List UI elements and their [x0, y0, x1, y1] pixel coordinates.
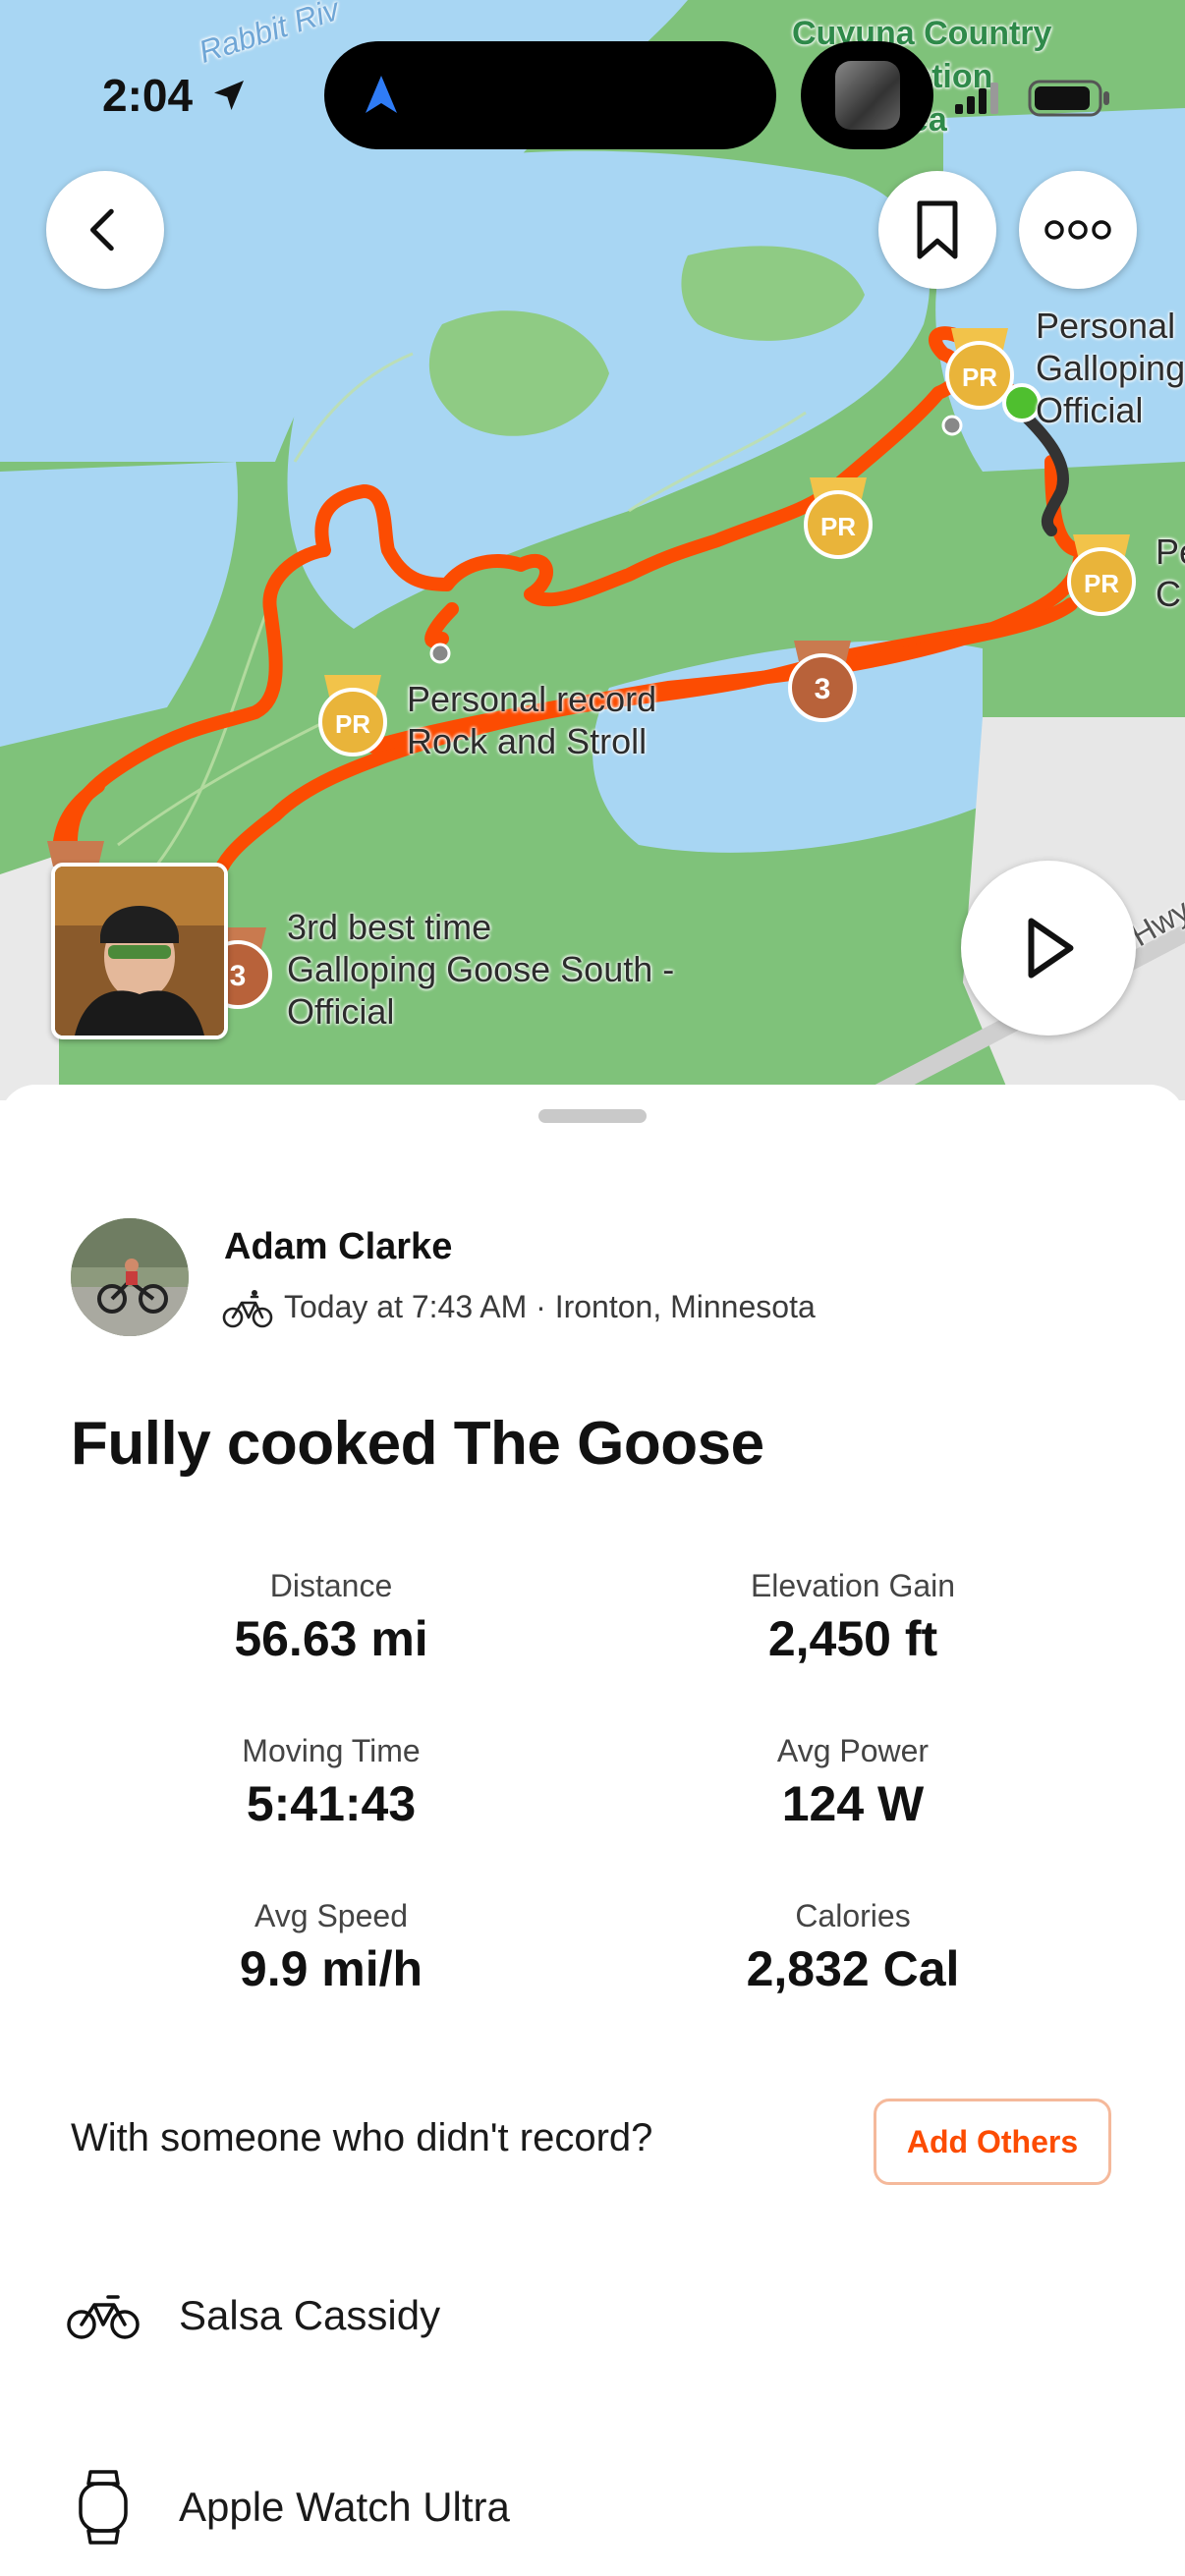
stat-value: 2,450 ft — [767, 1611, 938, 1666]
route-map[interactable]: PR PR PR PR 3 3 Rabbit Riv Cuyuna Countr… — [0, 0, 1185, 1100]
play-flyover-button[interactable] — [961, 861, 1136, 1036]
gear-item-name: Apple Watch Ultra — [179, 2484, 510, 2530]
stat-value: 56.63 mi — [234, 1611, 428, 1666]
pr-badge-right[interactable]: PR — [1065, 531, 1138, 619]
athlete-avatar-image — [71, 1218, 189, 1336]
svg-text:PR: PR — [335, 709, 370, 739]
map-label-right-edge-1: Pe — [1156, 532, 1185, 572]
dynamic-island[interactable] — [324, 41, 776, 149]
gear-item-bike[interactable]: Salsa Cassidy — [67, 2289, 440, 2342]
stat-value: 9.9 mi/h — [239, 1941, 423, 1996]
stat-elevation-gain: Elevation Gain 2,450 ft — [647, 1566, 1059, 1668]
stat-label: Distance — [269, 1568, 393, 1603]
stat-moving-time: Moving Time 5:41:43 — [125, 1731, 537, 1833]
with-others-prompt: With someone who didn't record? — [71, 2116, 653, 2159]
svg-text:PR: PR — [962, 363, 997, 392]
stat-label: Elevation Gain — [750, 1568, 956, 1603]
activity-meta: Today at 7:43 AM · Ironton, Minnesota — [284, 1289, 816, 1324]
svg-text:PR: PR — [1084, 569, 1119, 598]
add-others-button[interactable]: Add Others — [874, 2099, 1111, 2185]
stat-calories: Calories 2,832 Cal — [647, 1896, 1059, 1998]
pr-badge-rock-and-stroll[interactable]: PR — [316, 671, 389, 759]
rider-photo — [55, 867, 224, 1036]
sheet-grabber[interactable] — [538, 1109, 647, 1123]
location-arrow-icon — [213, 81, 244, 110]
svg-text:3: 3 — [230, 960, 247, 992]
more-options-button[interactable] — [1019, 171, 1137, 289]
cellular-signal-icon — [955, 83, 998, 114]
athlete-avatar[interactable] — [71, 1218, 189, 1336]
stat-label: Moving Time — [242, 1733, 421, 1768]
stat-value: 124 W — [781, 1776, 925, 1831]
map-label-pr-rock-2: Rock and Stroll — [407, 721, 648, 761]
map-label-top-right-2: Galloping — [1036, 348, 1185, 388]
battery-icon — [1028, 80, 1109, 117]
activity-title: Fully cooked The Goose — [71, 1410, 764, 1478]
activity-photo-thumbnail[interactable] — [51, 863, 228, 1039]
svg-text:PR: PR — [820, 512, 856, 541]
gear-item-watch[interactable]: Apple Watch Ultra — [67, 2468, 510, 2547]
bookmark-button[interactable] — [878, 171, 996, 289]
navigation-arrow-icon — [366, 76, 397, 113]
map-label-top-right-3: Official — [1036, 390, 1144, 430]
back-button[interactable] — [46, 171, 164, 289]
watch-icon — [79, 2470, 128, 2545]
map-label-pr-rock-1: Personal record — [407, 679, 657, 719]
stat-label: Avg Speed — [254, 1898, 408, 1933]
athlete-name[interactable]: Adam Clarke — [224, 1226, 452, 1268]
pr-badge-galloping-top[interactable]: PR — [943, 324, 1016, 413]
map-label-top-right-1: Personal — [1036, 306, 1176, 346]
stat-value: 5:41:43 — [246, 1776, 417, 1831]
play-icon — [1028, 918, 1074, 979]
stat-label: Calories — [795, 1898, 911, 1933]
stat-avg-power: Avg Power 124 W — [647, 1731, 1059, 1833]
activity-details-sheet[interactable]: Adam Clarke Today at 7:43 AM · Ironton, … — [0, 1085, 1185, 2576]
more-dots-icon — [1044, 220, 1111, 240]
stat-value: 2,832 Cal — [746, 1941, 960, 1996]
stat-avg-speed: Avg Speed 9.9 mi/h — [125, 1896, 537, 1998]
map-label-third-1: 3rd best time — [287, 907, 492, 947]
map-label-third-3: Official — [287, 991, 395, 1032]
bike-icon — [67, 2295, 140, 2339]
stat-distance: Distance 56.63 mi — [125, 1566, 537, 1668]
gear-item-name: Salsa Cassidy — [179, 2292, 441, 2338]
ride-type-bike-icon — [222, 1290, 273, 1328]
pr-badge-mid[interactable]: PR — [802, 474, 875, 562]
third-badge-mid[interactable]: 3 — [786, 637, 859, 725]
media-thumbnail — [835, 61, 900, 130]
chevron-left-icon — [90, 208, 114, 252]
status-time: 2:04 — [102, 69, 249, 122]
bookmark-icon — [917, 200, 958, 259]
map-label-third-2: Galloping Goose South - — [287, 949, 675, 989]
stat-label: Avg Power — [776, 1733, 930, 1768]
map-label-right-edge-2: C — [1156, 574, 1181, 614]
svg-text:3: 3 — [815, 673, 831, 705]
